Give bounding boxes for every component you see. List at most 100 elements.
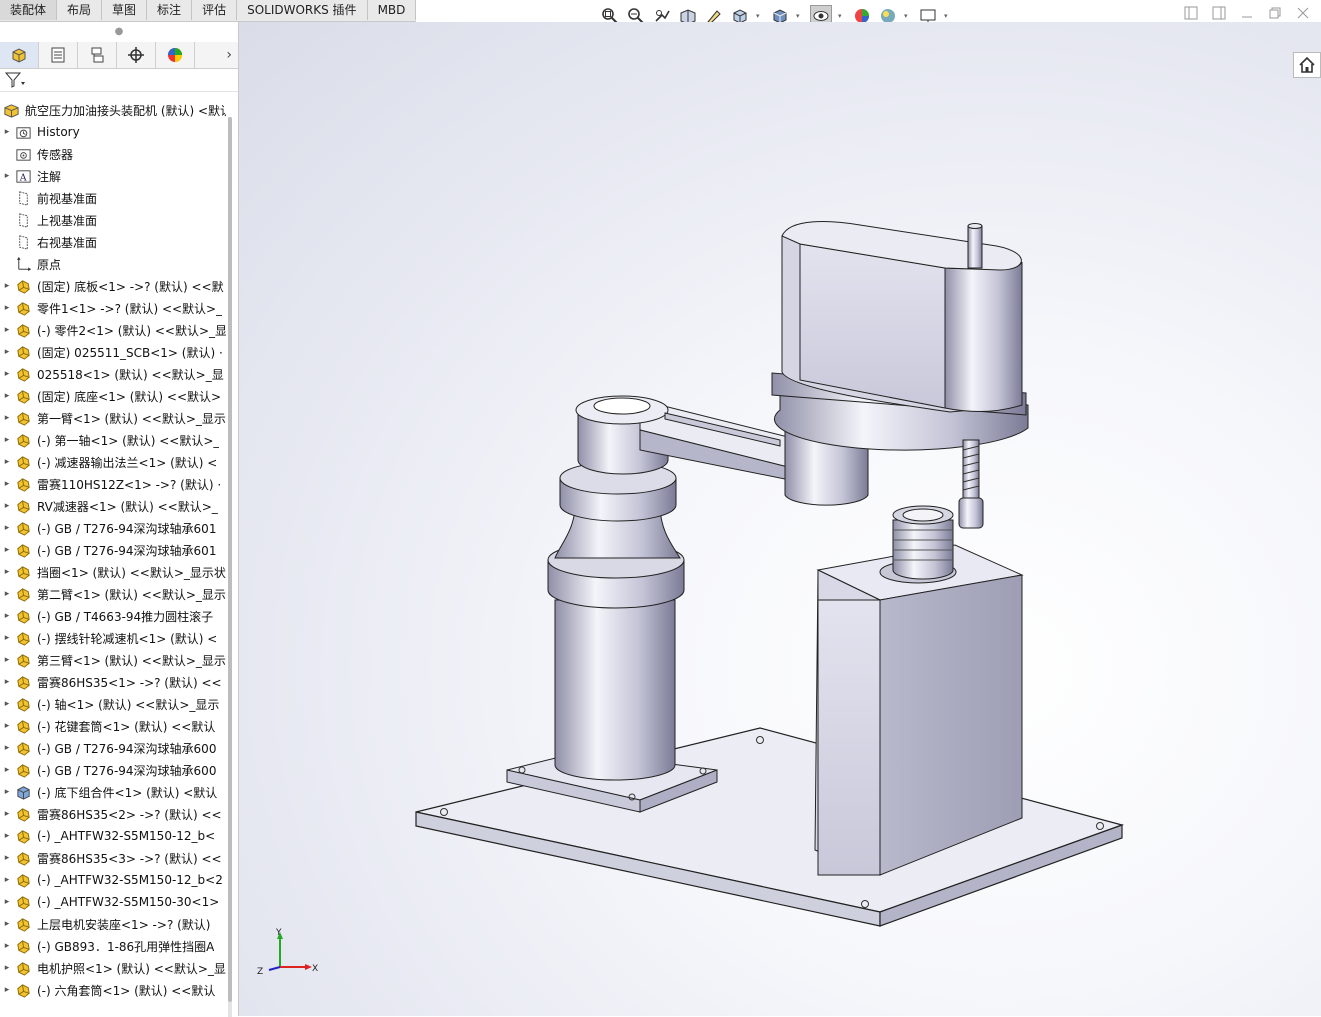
tree-item[interactable]: ▸ (-) 第一轴<1> (默认) <<默认>_ <box>0 429 226 451</box>
tree-item[interactable]: ▸ (-) GB / T4663-94推力圆柱滚子 <box>0 605 226 627</box>
tree-item[interactable]: ▸ (-) 零件2<1> (默认) <<默认>_显 <box>0 319 226 341</box>
graphics-viewport[interactable]: Y X Z <box>239 22 1321 1016</box>
tree-item[interactable]: ▸ 第一臂<1> (默认) <<默认>_显示 <box>0 407 226 429</box>
expand-arrow-icon[interactable]: ▸ <box>0 985 14 995</box>
expand-arrow-icon[interactable]: ▸ <box>0 303 14 313</box>
expand-arrow-icon[interactable]: ▸ <box>0 171 14 181</box>
tree-item[interactable]: ▸ 雷赛86HS35<3> ->? (默认) << <box>0 847 226 869</box>
tree-item[interactable]: ▸ (-) 轴<1> (默认) <<默认>_显示 <box>0 693 226 715</box>
tree-item[interactable]: ▸ 挡圈<1> (默认) <<默认>_显示状 <box>0 561 226 583</box>
hide-show-dropdown[interactable]: ▾ <box>838 12 846 20</box>
expand-arrow-icon[interactable]: ▸ <box>0 611 14 621</box>
tree-item[interactable]: ▸ History <box>0 121 226 143</box>
tree-item[interactable]: ▸ (-) GB / T276-94深沟球轴承601 <box>0 517 226 539</box>
property-manager-tab[interactable] <box>39 42 78 68</box>
display-style-dropdown[interactable]: ▾ <box>796 12 804 20</box>
expand-arrow-icon[interactable]: ▸ <box>0 743 14 753</box>
expand-arrow-icon[interactable]: ▸ <box>0 325 14 335</box>
tree-item[interactable]: ▸ 第二臂<1> (默认) <<默认>_显示 <box>0 583 226 605</box>
tree-root-assembly[interactable]: 航空压力加油接头装配机 (默认) <默认 <box>0 99 226 121</box>
tree-item[interactable]: ▸ 上层电机安装座<1> ->? (默认) <box>0 913 226 935</box>
filter-icon[interactable] <box>4 71 26 89</box>
tree-item[interactable]: ▸ (固定) 底板<1> ->? (默认) <<默 <box>0 275 226 297</box>
tree-item[interactable]: ▸ 第三臂<1> (默认) <<默认>_显示 <box>0 649 226 671</box>
expand-arrow-icon[interactable]: ▸ <box>0 633 14 643</box>
upper-motor-housing[interactable] <box>771 221 1029 451</box>
tree-scrollbar-thumb[interactable] <box>228 117 232 1002</box>
expand-arrow-icon[interactable]: ▸ <box>0 677 14 687</box>
tree-item[interactable]: ▸ (-) 六角套筒<1> (默认) <<默认 <box>0 979 226 1001</box>
tree-item[interactable]: 右视基准面 <box>0 231 226 253</box>
expand-arrow-icon[interactable]: ▸ <box>0 655 14 665</box>
expand-arrow-icon[interactable]: ▸ <box>0 963 14 973</box>
expand-arrow-icon[interactable]: ▸ <box>0 347 14 357</box>
expand-arrow-icon[interactable]: ▸ <box>0 721 14 731</box>
expand-arrow-icon[interactable]: ▸ <box>0 919 14 929</box>
tree-item[interactable]: ▸ (固定) 底座<1> (默认) <<默认> <box>0 385 226 407</box>
expand-arrow-icon[interactable]: ▸ <box>0 127 14 137</box>
tree-item[interactable]: ▸ 零件1<1> ->? (默认) <<默认>_ <box>0 297 226 319</box>
ball-spline-shaft[interactable] <box>958 439 984 529</box>
tree-item[interactable]: ▸ (-) _AHTFW32-S5M150-12_b< <box>0 825 226 847</box>
tree-item[interactable]: ▸ (固定) 025511_SCB<1> (默认) · <box>0 341 226 363</box>
tab-5[interactable]: SOLIDWORKS 插件 <box>237 0 368 20</box>
first-axis-column[interactable] <box>547 461 685 781</box>
tab-1[interactable]: 布局 <box>57 0 103 20</box>
tree-item[interactable]: ▸ A 注解 <box>0 165 226 187</box>
expand-arrow-icon[interactable]: ▸ <box>0 567 14 577</box>
expand-arrow-icon[interactable]: ▸ <box>0 457 14 467</box>
expand-arrow-icon[interactable]: ▸ <box>0 281 14 291</box>
panel-grip[interactable]: ● <box>0 22 238 42</box>
dimxpert-tab[interactable] <box>117 42 156 68</box>
tree-item[interactable]: ▸ 025518<1> (默认) <<默认>_显 <box>0 363 226 385</box>
display-manager-tab[interactable] <box>156 42 195 68</box>
view-settings-dropdown[interactable]: ▾ <box>944 12 952 20</box>
close-icon[interactable] <box>1295 6 1311 22</box>
tree-item[interactable]: ▸ 雷赛86HS35<1> ->? (默认) << <box>0 671 226 693</box>
expand-arrow-icon[interactable]: ▸ <box>0 391 14 401</box>
tree-item[interactable]: ▸ (-) 摆线针轮减速机<1> (默认) < <box>0 627 226 649</box>
feature-manager-tab[interactable] <box>0 42 39 68</box>
tree-item[interactable]: ▸ (-) 减速器输出法兰<1> (默认) < <box>0 451 226 473</box>
assembly-model[interactable] <box>239 22 1321 1016</box>
expand-arrow-icon[interactable]: ▸ <box>0 699 14 709</box>
view-orientation-dropdown[interactable]: ▾ <box>756 12 764 20</box>
tree-item[interactable]: ▸ (-) GB / T276-94深沟球轴承600 <box>0 737 226 759</box>
tile-right-icon[interactable] <box>1211 6 1227 22</box>
expand-arrow-icon[interactable]: ▸ <box>0 787 14 797</box>
expand-arrow-icon[interactable]: ▸ <box>0 479 14 489</box>
tree-item[interactable]: 原点 <box>0 253 226 275</box>
tree-item[interactable]: ▸ (-) GB / T276-94深沟球轴承601 <box>0 539 226 561</box>
tab-0[interactable]: 装配体 <box>0 0 58 20</box>
tile-left-icon[interactable] <box>1183 6 1199 22</box>
expand-arrow-icon[interactable]: ▸ <box>0 545 14 555</box>
expand-arrow-icon[interactable]: ▸ <box>0 875 14 885</box>
expand-arrow-icon[interactable]: ▸ <box>0 941 14 951</box>
expand-arrow-icon[interactable]: ▸ <box>0 369 14 379</box>
expand-arrow-icon[interactable]: ▸ <box>0 501 14 511</box>
minimize-icon[interactable] <box>1239 6 1255 22</box>
home-view-icon[interactable] <box>1293 52 1321 78</box>
expand-arrow-icon[interactable]: ▸ <box>0 765 14 775</box>
tree-item[interactable]: 前视基准面 <box>0 187 226 209</box>
tree-item[interactable]: ▸ 雷赛86HS35<2> ->? (默认) << <box>0 803 226 825</box>
refuel-connector[interactable] <box>879 505 957 584</box>
expand-arrow-icon[interactable]: ▸ <box>0 435 14 445</box>
tree-item[interactable]: ▸ (-) GB / T276-94深沟球轴承600 <box>0 759 226 781</box>
restore-icon[interactable] <box>1267 6 1283 22</box>
tab-3[interactable]: 标注 <box>147 0 193 20</box>
tree-item[interactable]: ▸ (-) _AHTFW32-S5M150-12_b<2 <box>0 869 226 891</box>
tree-item[interactable]: 传感器 <box>0 143 226 165</box>
expand-arrow-icon[interactable]: ▸ <box>0 589 14 599</box>
tab-2[interactable]: 草图 <box>102 0 148 20</box>
tree-item[interactable]: ▸ (-) GB893．1-86孔用弹性挡圈A <box>0 935 226 957</box>
tree-item[interactable]: ▸ (-) _AHTFW32-S5M150-30<1> <box>0 891 226 913</box>
tree-item[interactable]: 上视基准面 <box>0 209 226 231</box>
chevron-right-icon[interactable]: › <box>195 42 238 68</box>
tree-item[interactable]: ▸ RV减速器<1> (默认) <<默认>_ <box>0 495 226 517</box>
expand-arrow-icon[interactable]: ▸ <box>0 853 14 863</box>
expand-arrow-icon[interactable]: ▸ <box>0 413 14 423</box>
configuration-manager-tab[interactable] <box>78 42 117 68</box>
tree-item[interactable]: ▸ 雷赛110HS12Z<1> ->? (默认) · <box>0 473 226 495</box>
expand-arrow-icon[interactable]: ▸ <box>0 809 14 819</box>
